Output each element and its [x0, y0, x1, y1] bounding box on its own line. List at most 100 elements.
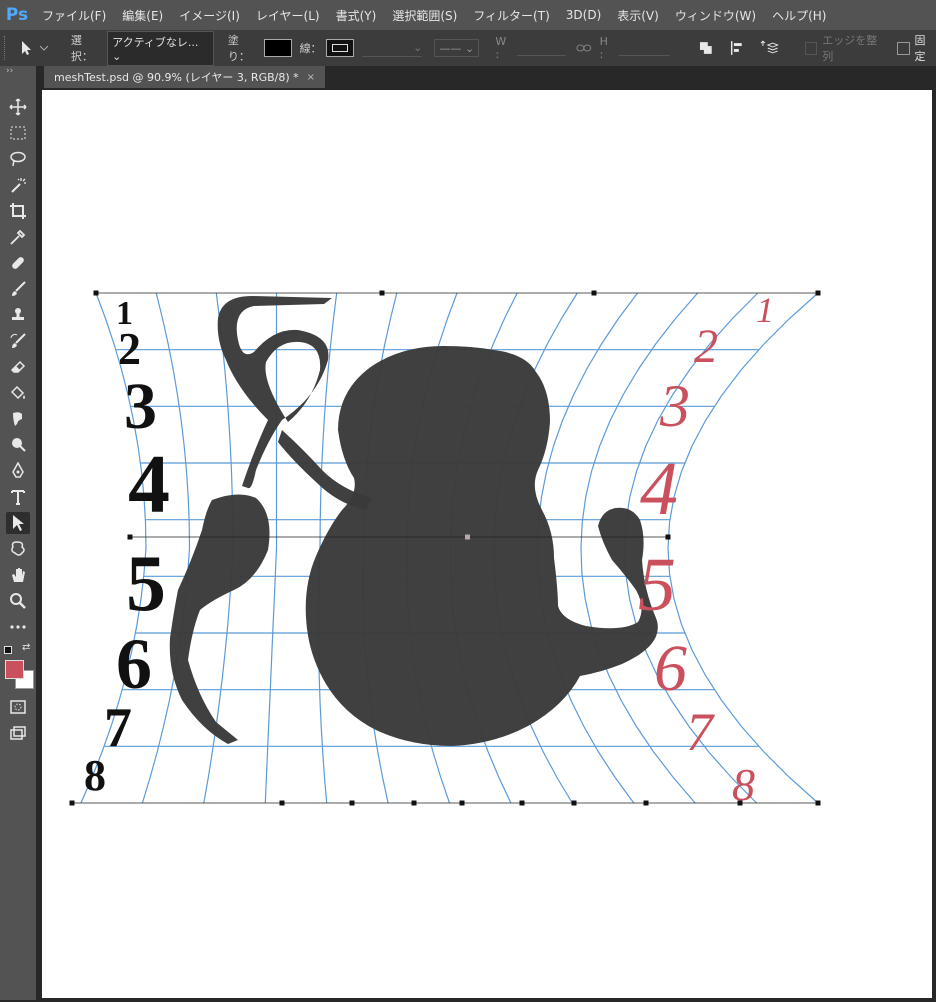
close-tab-icon[interactable]: ×	[307, 72, 315, 83]
height-label: H :	[599, 35, 608, 61]
fill-swatch[interactable]	[264, 39, 292, 57]
foreground-color-swatch[interactable]	[5, 660, 24, 679]
history-brush-tool[interactable]	[6, 330, 30, 352]
align-edges-checkbox[interactable]	[804, 41, 818, 55]
move-tool-icon	[9, 98, 27, 116]
lasso-tool-icon	[10, 151, 26, 167]
menu-image[interactable]: イメージ(I)	[171, 7, 248, 24]
menu-bar: Ps ファイル(F) 編集(E) イメージ(I) レイヤー(L) 書式(Y) 選…	[0, 0, 936, 30]
fill-label: 塗り：	[227, 34, 250, 63]
stamp-tool[interactable]	[6, 304, 30, 326]
constrain-label: 固定	[914, 34, 926, 63]
menu-select[interactable]: 選択範囲(S)	[384, 7, 465, 24]
custom-shape-tool[interactable]	[6, 538, 30, 560]
right-numbers: 1 2 3 4 5 6 7 8	[638, 290, 774, 810]
menu-type[interactable]: 書式(Y)	[328, 7, 385, 24]
menu-filter[interactable]: フィルター(T)	[465, 7, 557, 24]
crop-tool-icon	[10, 203, 26, 219]
smudge-icon	[13, 412, 22, 426]
path-select-icon	[13, 515, 24, 531]
type-tool-icon	[11, 490, 25, 505]
anchor-point	[459, 800, 465, 806]
more-tools-icon	[10, 625, 26, 629]
height-input[interactable]	[618, 41, 670, 56]
left-number: 6	[116, 624, 152, 704]
document-canvas[interactable]: 1 2 3 4 5 6 7 8 1 2 3 4 5 6 7 8	[42, 90, 932, 998]
smudge-tool[interactable]	[6, 408, 30, 430]
lasso-tool[interactable]	[6, 148, 30, 170]
right-number: 7	[686, 702, 715, 762]
zoom-tool-icon	[10, 593, 26, 609]
align-edges-label: エッジを整列	[822, 34, 878, 63]
right-number: 2	[694, 320, 718, 373]
tools-panel: ›› ⇄	[0, 66, 37, 1000]
document-tab-bar: meshTest.psd @ 90.9% (レイヤー 3, RGB/8) * ×	[36, 66, 936, 88]
tool-preset-picker[interactable]	[19, 40, 49, 56]
anchor-point	[411, 800, 417, 806]
anchor-point	[665, 534, 671, 540]
menu-window[interactable]: ウィンドウ(W)	[667, 7, 764, 24]
right-number: 4	[640, 447, 678, 531]
marquee-tool[interactable]	[6, 122, 30, 144]
dodge-tool[interactable]	[6, 434, 30, 456]
hand-tool[interactable]	[6, 564, 30, 586]
eraser-icon	[10, 360, 26, 373]
constrain-checkbox[interactable]	[896, 41, 910, 55]
hand-tool-icon	[12, 568, 25, 582]
swap-colors-icon[interactable]: ⇄	[22, 642, 30, 653]
more-tools[interactable]	[6, 616, 30, 638]
menu-layer[interactable]: レイヤー(L)	[248, 7, 328, 24]
pen-tool[interactable]	[6, 460, 30, 482]
anchor-point	[815, 800, 821, 806]
width-input[interactable]	[517, 41, 566, 56]
default-colors-icon[interactable]	[4, 646, 12, 654]
type-tool[interactable]	[6, 486, 30, 508]
eyedropper-tool[interactable]	[6, 226, 30, 248]
options-grip[interactable]	[4, 36, 11, 60]
path-alignment-icon[interactable]	[729, 40, 747, 56]
menu-file[interactable]: ファイル(F)	[34, 7, 114, 24]
healing-brush-icon	[12, 257, 24, 269]
magic-wand-tool[interactable]	[6, 174, 30, 196]
zoom-tool[interactable]	[6, 590, 30, 612]
path-selection-tool[interactable]	[6, 512, 30, 534]
stroke-width-dropdown[interactable]: ⌄	[361, 40, 423, 57]
anchor-point	[69, 800, 75, 806]
menu-3d[interactable]: 3D(D)	[558, 8, 609, 22]
document-tab-title: meshTest.psd @ 90.9% (レイヤー 3, RGB/8) *	[54, 71, 299, 84]
move-tool[interactable]	[6, 96, 30, 118]
quick-mask-button[interactable]	[6, 696, 30, 718]
select-label: 選択：	[70, 34, 93, 63]
brush-tool-icon	[12, 281, 26, 296]
anchor-point	[815, 290, 821, 296]
path-operations-icon[interactable]	[698, 40, 716, 56]
paint-bucket-tool[interactable]	[6, 382, 30, 404]
link-icon[interactable]	[576, 43, 592, 53]
screen-mode-button[interactable]	[6, 722, 30, 744]
dodge-icon	[12, 438, 26, 452]
crop-tool[interactable]	[6, 200, 30, 222]
center-point	[465, 534, 470, 540]
path-arrangement-icon[interactable]	[759, 40, 779, 56]
right-number: 6	[654, 632, 687, 705]
brush-tool[interactable]	[6, 278, 30, 300]
document-tab[interactable]: meshTest.psd @ 90.9% (レイヤー 3, RGB/8) * ×	[44, 66, 326, 88]
width-label: W :	[495, 35, 507, 61]
eraser-tool[interactable]	[6, 356, 30, 378]
stroke-type-dropdown[interactable]: —— ⌄	[434, 39, 480, 57]
leaf-shape	[169, 494, 270, 744]
menu-help[interactable]: ヘルプ(H)	[764, 7, 834, 24]
anchor-point	[93, 290, 99, 296]
options-bar: 選択： アクティブなレ... ⌄ 塗り： 線： ⌄ —— ⌄ W : H : エ…	[0, 30, 936, 67]
stroke-swatch[interactable]	[325, 39, 354, 57]
arrow-cursor-icon	[21, 41, 31, 55]
menu-edit[interactable]: 編集(E)	[114, 7, 171, 24]
left-number: 7	[104, 697, 132, 759]
history-brush-icon	[10, 333, 26, 348]
menu-view[interactable]: 表示(V)	[609, 7, 667, 24]
left-number: 2	[118, 323, 141, 374]
select-dropdown[interactable]: アクティブなレ... ⌄	[107, 30, 214, 66]
healing-brush-tool[interactable]	[6, 252, 30, 274]
right-number: 3	[659, 373, 690, 439]
panel-collapse-icon[interactable]: ››	[6, 66, 13, 76]
